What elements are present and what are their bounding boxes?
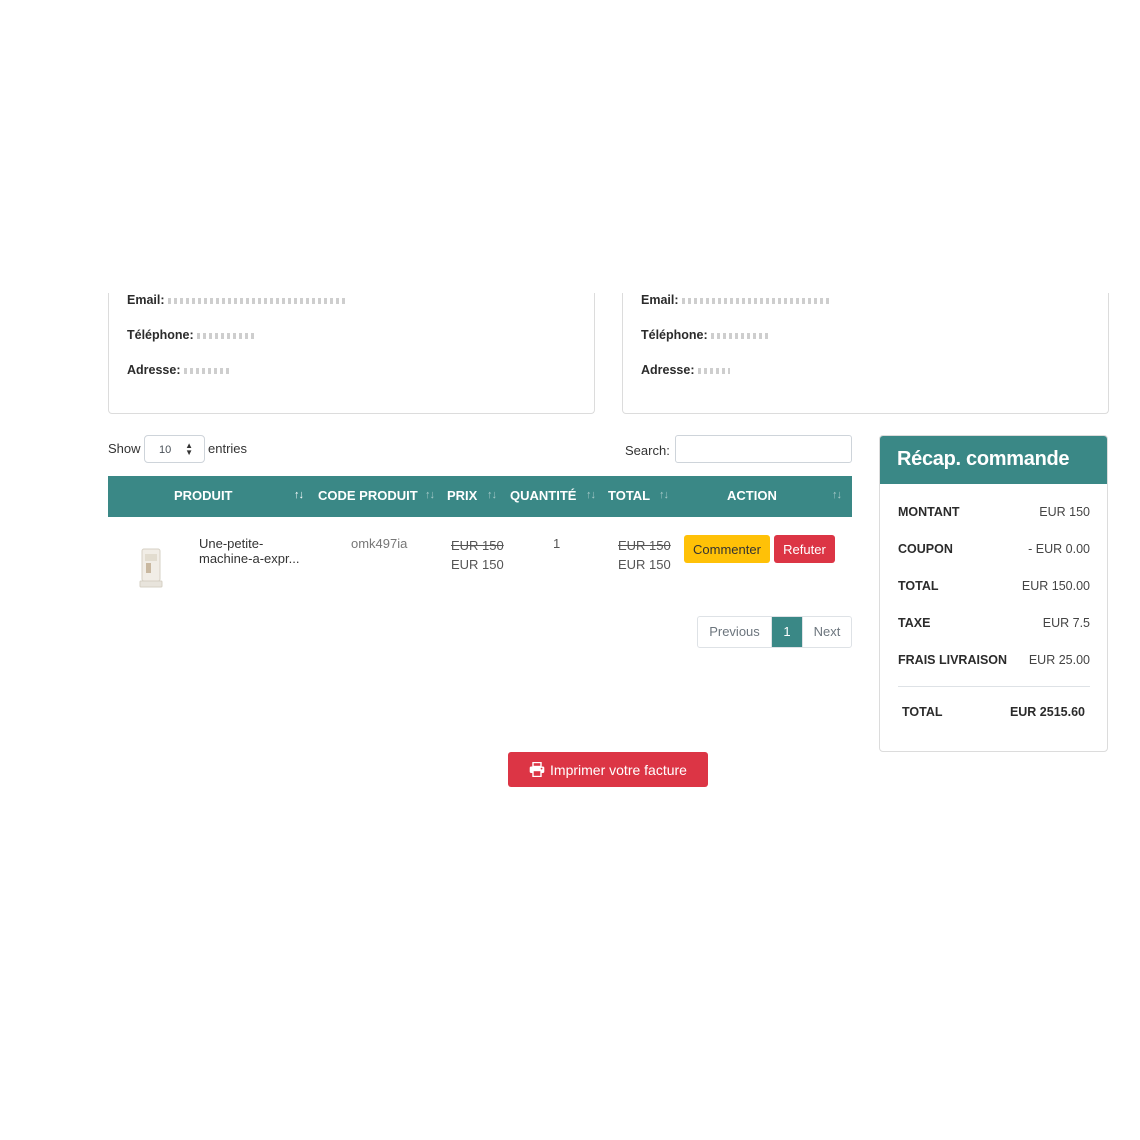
search-label: Search: xyxy=(625,443,670,458)
recap-label: TAXE xyxy=(898,616,931,630)
th-quantite[interactable]: QUANTITÉ xyxy=(510,488,576,503)
recap-value: EUR 7.5 xyxy=(1042,616,1090,630)
phone-row: Téléphone: xyxy=(641,328,770,342)
sort-icon[interactable]: ↑↓ xyxy=(294,489,304,501)
sort-icon[interactable]: ↑↓ xyxy=(487,489,497,501)
phone-label: Téléphone: xyxy=(127,328,194,342)
phone-value-redacted xyxy=(197,332,258,339)
sort-icon[interactable]: ↑↓ xyxy=(425,489,435,501)
quantity: 1 xyxy=(553,536,561,551)
search-input[interactable] xyxy=(675,435,852,463)
th-code-produit[interactable]: CODE PRODUIT xyxy=(318,488,418,503)
email-value-redacted xyxy=(682,297,832,304)
email-row: Email: xyxy=(641,293,832,307)
entries-select[interactable]: 10 ▲ ▼ xyxy=(144,435,205,463)
total-current: EUR 150 xyxy=(618,557,671,572)
grand-total-value: EUR 2515.60 xyxy=(1009,705,1085,719)
recap-label: TOTAL xyxy=(898,579,939,593)
email-label: Email: xyxy=(127,293,165,307)
sort-icon[interactable]: ↑↓ xyxy=(832,489,842,501)
product-name-line1: Une-petite- xyxy=(199,536,264,551)
phone-value-redacted xyxy=(711,332,770,339)
pagination: Previous 1 Next xyxy=(697,616,852,648)
th-prix[interactable]: PRIX xyxy=(447,488,477,503)
th-total[interactable]: TOTAL xyxy=(608,488,650,503)
recap-value: EUR 25.00 xyxy=(1028,653,1090,667)
address-row: Adresse: xyxy=(127,363,229,377)
grand-total-label: TOTAL xyxy=(902,705,943,719)
recap-divider xyxy=(898,686,1090,687)
pagination-page-1[interactable]: 1 xyxy=(772,617,802,647)
price-current: EUR 150 xyxy=(451,557,504,572)
entries-value: 10 xyxy=(159,444,172,456)
product-name-line2: machine-a-expr... xyxy=(199,551,300,566)
show-label: Show xyxy=(108,441,141,456)
recap-label: COUPON xyxy=(898,542,953,556)
printer-icon xyxy=(529,762,545,777)
th-action[interactable]: ACTION xyxy=(727,488,777,503)
total-cell: EUR 150 EUR 150 xyxy=(618,536,671,574)
address-value-redacted xyxy=(697,367,730,374)
refuse-button[interactable]: Refuter xyxy=(774,535,835,563)
order-recap-card: Récap. commande MONTANT EUR 150 COUPON -… xyxy=(879,435,1108,752)
product-thumbnail-image xyxy=(139,548,163,588)
email-value-redacted xyxy=(168,297,346,304)
table-row: Une-petite- machine-a-expr... omk497ia E… xyxy=(108,517,852,599)
product-code: omk497ia xyxy=(351,536,408,551)
recap-title: Récap. commande xyxy=(880,436,1107,484)
product-name[interactable]: Une-petite- machine-a-expr... xyxy=(199,536,299,566)
address-label: Adresse: xyxy=(641,363,695,377)
print-invoice-button[interactable]: Imprimer votre facture xyxy=(508,752,708,787)
select-arrows-icon: ▲ ▼ xyxy=(185,441,193,457)
recap-label: MONTANT xyxy=(898,505,960,519)
comment-button[interactable]: Commenter xyxy=(684,535,770,563)
recap-value: - EUR 0.00 xyxy=(1028,542,1090,556)
pagination-previous[interactable]: Previous xyxy=(698,617,772,647)
address-label: Adresse: xyxy=(127,363,181,377)
address-row: Adresse: xyxy=(641,363,730,377)
price-old: EUR 150 xyxy=(451,538,504,553)
email-row: Email: xyxy=(127,293,346,307)
sort-icon[interactable]: ↑↓ xyxy=(659,489,669,501)
phone-row: Téléphone: xyxy=(127,328,258,342)
customer-address-card: Email: Téléphone: Adresse: xyxy=(108,293,595,414)
th-produit[interactable]: PRODUIT xyxy=(174,488,233,503)
pagination-next[interactable]: Next xyxy=(802,617,851,647)
email-label: Email: xyxy=(641,293,679,307)
table-header: PRODUIT ↑↓ CODE PRODUIT ↑↓ PRIX ↑↓ QUANT… xyxy=(108,476,852,517)
recap-value: EUR 150.00 xyxy=(1021,579,1090,593)
sort-icon[interactable]: ↑↓ xyxy=(586,489,596,501)
total-old: EUR 150 xyxy=(618,538,671,553)
price-cell: EUR 150 EUR 150 xyxy=(451,536,504,574)
recap-label: FRAIS LIVRAISON xyxy=(898,653,1008,667)
address-value-redacted xyxy=(183,367,229,374)
phone-label: Téléphone: xyxy=(641,328,708,342)
entries-label: entries xyxy=(208,441,248,456)
recap-value: EUR 150 xyxy=(1039,505,1090,519)
shipping-address-card: Email: Téléphone: Adresse: xyxy=(622,293,1109,414)
print-invoice-label: Imprimer votre facture xyxy=(550,761,687,778)
